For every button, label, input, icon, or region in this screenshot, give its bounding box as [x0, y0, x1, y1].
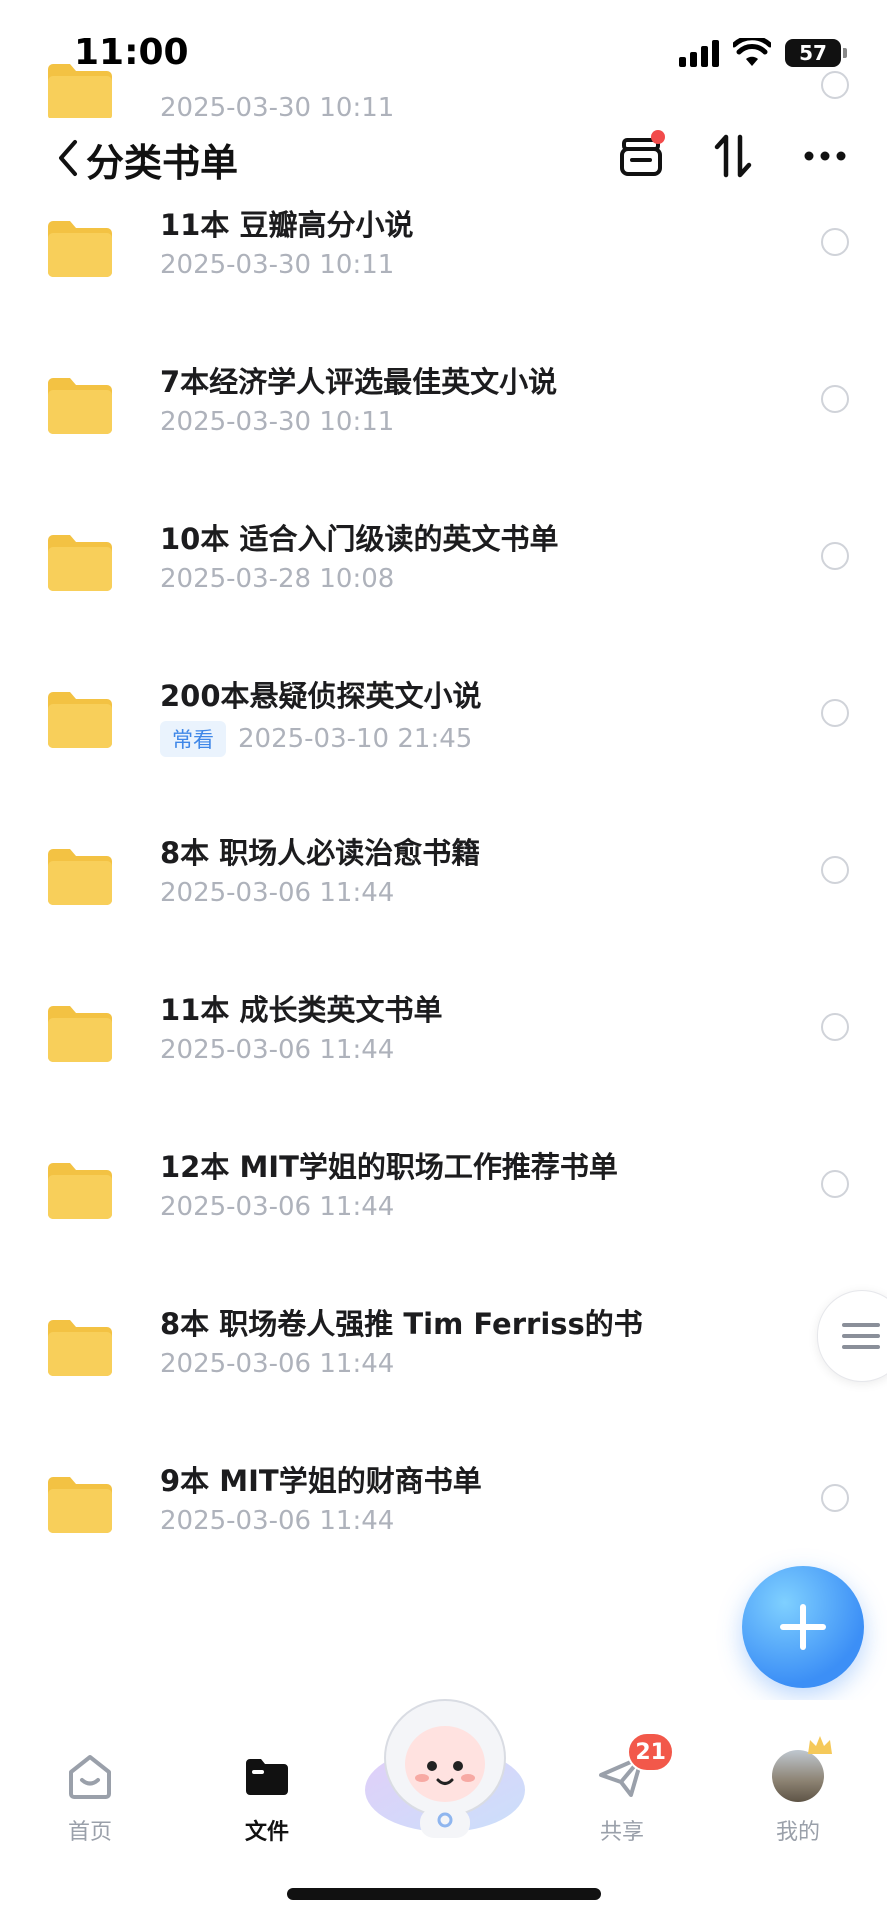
file-row[interactable]: 8本 职场卷人强推 Tim Ferriss的书 2025-03-06 11:44 [0, 1291, 887, 1448]
file-meta: 2025-03-06 11:44 [160, 1349, 394, 1379]
nav-actions [613, 128, 853, 184]
file-name: 11本 豆瓣高分小说 [160, 208, 414, 242]
select-checkbox[interactable] [821, 71, 849, 99]
tab-me-label: 我的 [775, 1820, 820, 1845]
file-date: 2025-03-06 11:44 [160, 1349, 395, 1379]
file-date: 2025-03-06 11:44 [160, 1506, 395, 1536]
assistant-mascot-icon[interactable] [362, 1690, 528, 1840]
tab-me[interactable]: 我的 [738, 1736, 858, 1846]
file-row[interactable]: 10本 适合入门级读的英文书单 2025-03-28 10:08 [0, 506, 887, 663]
file-row[interactable]: 8本 职场人必读治愈书籍 2025-03-06 11:44 [0, 820, 887, 977]
chevron-left-icon [59, 140, 77, 176]
file-date: 2025-03-28 10:08 [160, 564, 395, 594]
file-row[interactable]: 9本 MIT学姐的财商书单 2025-03-06 11:44 [0, 1448, 887, 1605]
file-name: 8本 职场人必读治愈书籍 [160, 836, 481, 870]
folder-icon [48, 1320, 112, 1376]
home-indicator [287, 1888, 601, 1900]
select-checkbox[interactable] [821, 1484, 849, 1512]
file-date: 2025-03-30 10:11 [160, 250, 395, 280]
home-icon [64, 1750, 116, 1802]
folder-filled-icon [241, 1750, 293, 1802]
file-date: 2025-03-10 21:45 [238, 724, 473, 754]
sort-button[interactable] [705, 128, 761, 184]
folder-icon [48, 849, 112, 905]
tab-bar: 首页 文件 21 共享 我的 [0, 1699, 887, 1920]
folder-icon [48, 221, 112, 277]
select-checkbox[interactable] [821, 228, 849, 256]
avatar [772, 1736, 832, 1802]
tab-share-label: 共享 [599, 1820, 644, 1845]
file-meta: 2025-03-30 10:11 [160, 250, 394, 280]
file-date: 2025-03-30 10:11 [160, 407, 395, 437]
folder-icon [48, 1163, 112, 1219]
select-checkbox[interactable] [821, 856, 849, 884]
share-badge: 21 [627, 1732, 674, 1772]
frequently-viewed-tag: 常看 [160, 721, 226, 757]
file-meta: 常看 2025-03-10 21:45 [160, 721, 472, 757]
file-meta: 2025-03-06 11:44 [160, 1506, 394, 1536]
more-button[interactable] [797, 128, 853, 184]
tab-files-label: 文件 [244, 1820, 289, 1845]
page-title: 分类书单 [86, 141, 239, 185]
file-meta: 2025-03-06 11:44 [160, 878, 394, 908]
plus-icon [780, 1604, 826, 1650]
select-checkbox[interactable] [821, 385, 849, 413]
more-dots-icon [804, 151, 846, 161]
crown-icon [808, 1736, 832, 1754]
add-button[interactable] [742, 1566, 864, 1688]
file-meta: 2025-03-28 10:08 [160, 564, 394, 594]
file-name: 7本经济学人评选最佳英文小说 [160, 365, 558, 399]
select-checkbox[interactable] [821, 699, 849, 727]
tab-share[interactable]: 21 共享 [562, 1732, 682, 1846]
tab-home[interactable]: 首页 [30, 1750, 150, 1846]
folder-icon [48, 1477, 112, 1533]
file-row[interactable]: 11本 成长类英文书单 2025-03-06 11:44 [0, 977, 887, 1134]
tab-files[interactable]: 文件 [207, 1750, 327, 1846]
tab-home-label: 首页 [67, 1820, 112, 1845]
file-date: 2025-03-06 11:44 [160, 878, 395, 908]
file-name: 11本 成长类英文书单 [160, 993, 443, 1027]
file-row[interactable]: 12本 MIT学姐的职场工作推荐书单 2025-03-06 11:44 [0, 1134, 887, 1291]
file-meta: 2025-03-30 10:11 [160, 407, 394, 437]
file-name: 200本悬疑侦探英文小说 [160, 679, 482, 713]
file-row[interactable]: 200本悬疑侦探英文小说 常看 2025-03-10 21:45 [0, 663, 887, 820]
file-date: 2025-03-06 11:44 [160, 1035, 395, 1065]
select-checkbox[interactable] [821, 1170, 849, 1198]
file-name: 9本 MIT学姐的财商书单 [160, 1464, 482, 1498]
menu-lines-icon [842, 1323, 880, 1349]
file-meta: 2025-03-06 11:44 [160, 1192, 394, 1222]
file-name: 8本 职场卷人强推 Tim Ferriss的书 [160, 1307, 643, 1341]
sort-arrows-icon [714, 134, 752, 178]
folder-icon [48, 378, 112, 434]
file-row[interactable]: 11本 豆瓣高分小说 2025-03-30 10:11 [0, 192, 887, 349]
file-name: 12本 MIT学姐的职场工作推荐书单 [160, 1150, 618, 1184]
file-meta: 2025-03-06 11:44 [160, 1035, 394, 1065]
select-checkbox[interactable] [821, 542, 849, 570]
folder-icon [48, 692, 112, 748]
transfer-list-button[interactable] [613, 128, 669, 184]
file-date: 2025-03-06 11:44 [160, 1192, 395, 1222]
navigation-bar: 分类书单 [0, 118, 887, 198]
folder-icon [48, 64, 112, 120]
folder-icon [48, 535, 112, 591]
paper-plane-icon: 21 [596, 1732, 674, 1802]
file-row[interactable]: 7本经济学人评选最佳英文小说 2025-03-30 10:11 [0, 349, 887, 506]
file-name: 10本 适合入门级读的英文书单 [160, 522, 559, 556]
back-button[interactable] [48, 130, 88, 186]
select-checkbox[interactable] [821, 1013, 849, 1041]
notification-dot [651, 130, 665, 144]
folder-icon [48, 1006, 112, 1062]
